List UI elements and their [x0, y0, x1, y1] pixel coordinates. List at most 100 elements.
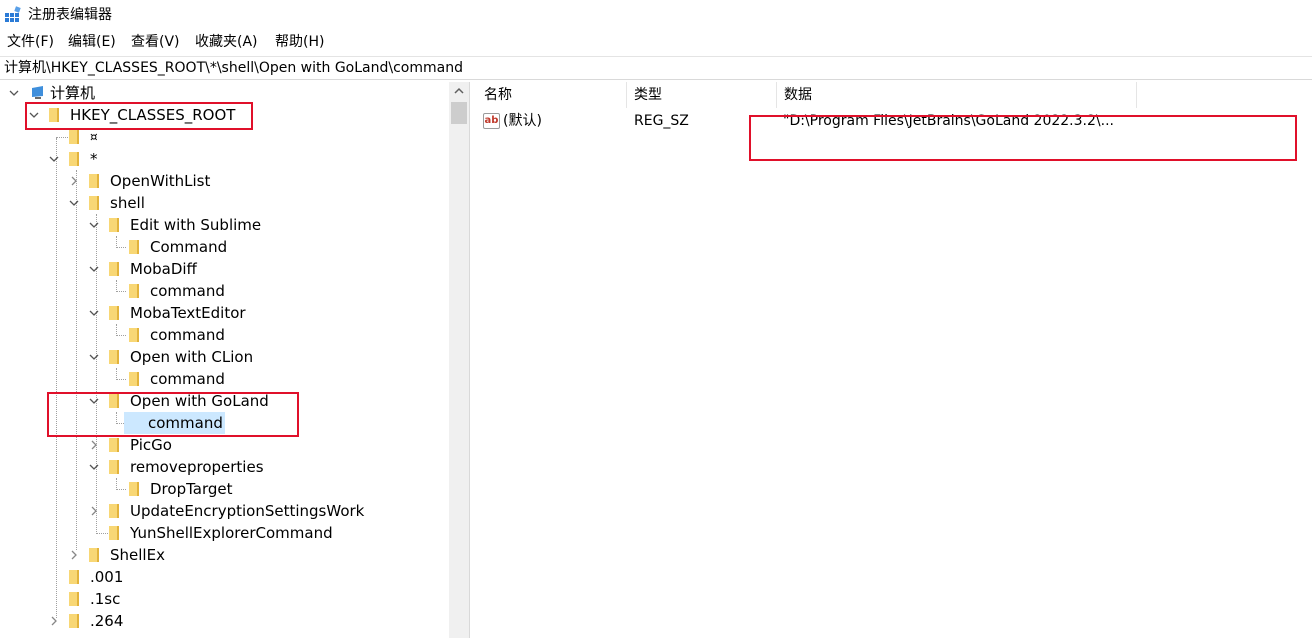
folder-icon: [106, 262, 120, 276]
address-path[interactable]: 计算机\HKEY_CLASSES_ROOT\*\shell\Open with …: [4, 59, 463, 77]
tree-node-mobadiff[interactable]: MobaDiff: [0, 258, 449, 280]
folder-icon: [126, 328, 140, 342]
annotation-box-goland: [47, 392, 299, 437]
pane-splitter[interactable]: [469, 82, 477, 638]
value-list[interactable]: 名称 类型 数据 ab (默认) REG_SZ "D:\Program File…: [477, 82, 1312, 638]
tree-label: .264: [90, 612, 124, 630]
chevron-down-icon[interactable]: [48, 153, 60, 165]
folder-icon: [66, 592, 80, 606]
chevron-down-icon[interactable]: [88, 263, 100, 275]
menu-bar: 文件(F) 编辑(E) 查看(V) 收藏夹(A) 帮助(H): [0, 30, 1312, 54]
string-value-icon: ab: [483, 113, 500, 129]
folder-icon: [66, 130, 80, 144]
tree-label: command: [150, 326, 225, 344]
tree-label: Edit with Sublime: [130, 216, 262, 234]
folder-icon: [106, 218, 120, 232]
tree-label: DropTarget: [150, 480, 233, 498]
tree-label: removeproperties: [130, 458, 264, 476]
folder-icon: [106, 526, 120, 540]
folder-icon: [86, 196, 100, 210]
column-header-name[interactable]: 名称: [477, 82, 627, 108]
column-header-type[interactable]: 类型: [627, 82, 777, 108]
tree-label: command: [150, 282, 225, 300]
tree-node-updateencryption[interactable]: UpdateEncryptionSettingsWork: [0, 500, 449, 522]
chevron-down-icon[interactable]: [88, 461, 100, 473]
folder-icon: [86, 548, 100, 562]
annotation-box-hkcr: [25, 102, 253, 130]
title-bar: 注册表编辑器: [0, 0, 1312, 30]
folder-icon: [106, 460, 120, 474]
tree-node-ext-1sc[interactable]: .1sc: [0, 588, 449, 610]
tree-node-open-clion-command[interactable]: command: [0, 368, 449, 390]
chevron-right-icon[interactable]: [88, 505, 100, 517]
chevron-down-icon[interactable]: [8, 87, 20, 99]
folder-icon: [86, 174, 100, 188]
registry-editor-icon: [5, 6, 21, 22]
tree-node-ext-001[interactable]: .001: [0, 566, 449, 588]
chevron-down-icon[interactable]: [88, 219, 100, 231]
tree-node-open-clion[interactable]: Open with CLion: [0, 346, 449, 368]
tree-label: 计算机: [50, 84, 96, 102]
chevron-down-icon[interactable]: [88, 351, 100, 363]
tree-node-mobatexteditor-command[interactable]: command: [0, 324, 449, 346]
menu-help[interactable]: 帮助(H): [275, 33, 324, 51]
scroll-up-arrow-icon[interactable]: [449, 82, 469, 100]
tree-node-droptarget[interactable]: DropTarget: [0, 478, 449, 500]
tree-label: Open with CLion: [130, 348, 254, 366]
scroll-thumb[interactable]: [451, 102, 467, 124]
chevron-right-icon[interactable]: [68, 549, 80, 561]
tree-label: MobaDiff: [130, 260, 197, 278]
chevron-down-icon[interactable]: [88, 307, 100, 319]
window-title: 注册表编辑器: [28, 7, 112, 23]
chevron-right-icon[interactable]: [68, 175, 80, 187]
tree-label: Command: [150, 238, 228, 256]
tree-label: ShellEx: [110, 546, 165, 564]
tree-node-mobatexteditor[interactable]: MobaTextEditor: [0, 302, 449, 324]
tree-scrollbar[interactable]: [449, 82, 469, 638]
menu-favorites[interactable]: 收藏夹(A): [195, 33, 258, 51]
tree-label: YunShellExplorerCommand: [130, 524, 333, 542]
tree-node-removeproperties[interactable]: removeproperties: [0, 456, 449, 478]
folder-icon: [106, 350, 120, 364]
tree-node-star[interactable]: *: [0, 148, 449, 170]
folder-icon: [126, 372, 140, 386]
key-tree[interactable]: 计算机 HKEY_CLASSES_ROOT ¤ * OpenWithList s…: [0, 82, 469, 638]
tree-node-edit-sublime-command[interactable]: Command: [0, 236, 449, 258]
chevron-right-icon[interactable]: [88, 439, 100, 451]
folder-icon: [106, 438, 120, 452]
menu-view[interactable]: 查看(V): [131, 33, 180, 51]
tree-label: command: [150, 370, 225, 388]
folder-icon: [66, 614, 80, 628]
tree-node-openwithlist[interactable]: OpenWithList: [0, 170, 449, 192]
menu-file[interactable]: 文件(F): [7, 33, 54, 51]
annotation-box-data: [749, 115, 1297, 161]
tree-node-shell[interactable]: shell: [0, 192, 449, 214]
folder-icon: [66, 152, 80, 166]
tree-label: OpenWithList: [110, 172, 211, 190]
menu-edit[interactable]: 编辑(E): [68, 33, 116, 51]
folder-icon: [106, 306, 120, 320]
tree-label: .1sc: [90, 590, 121, 608]
tree-node-picgo[interactable]: PicGo: [0, 434, 449, 456]
folder-icon: [126, 482, 140, 496]
tree-node-yunshell[interactable]: YunShellExplorerCommand: [0, 522, 449, 544]
folder-icon: [66, 570, 80, 584]
folder-icon: [106, 504, 120, 518]
folder-icon: [126, 240, 140, 254]
value-type: REG_SZ: [634, 113, 689, 129]
chevron-down-icon[interactable]: [68, 197, 80, 209]
folder-icon: [126, 284, 140, 298]
tree-label: .001: [90, 568, 124, 586]
address-bar[interactable]: 计算机\HKEY_CLASSES_ROOT\*\shell\Open with …: [0, 56, 1312, 80]
tree-node-mobadiff-command[interactable]: command: [0, 280, 449, 302]
computer-icon: [32, 86, 43, 99]
tree-node-edit-sublime[interactable]: Edit with Sublime: [0, 214, 449, 236]
column-header-data[interactable]: 数据: [777, 82, 1137, 108]
tree-label: MobaTextEditor: [130, 304, 246, 322]
value-name: (默认): [503, 113, 542, 129]
chevron-right-icon[interactable]: [48, 615, 60, 627]
tree-label: shell: [110, 194, 145, 212]
tree-node-computer[interactable]: 计算机: [0, 82, 449, 104]
tree-node-ext-264[interactable]: .264: [0, 610, 449, 632]
tree-node-shellex[interactable]: ShellEx: [0, 544, 449, 566]
